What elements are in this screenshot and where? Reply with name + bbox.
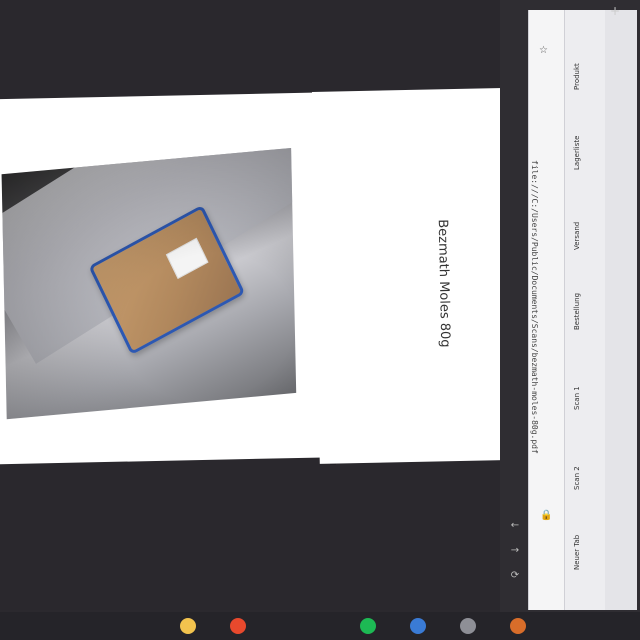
settings-icon[interactable] [460, 618, 476, 634]
mail-icon[interactable] [410, 618, 426, 634]
folder-icon[interactable] [180, 618, 196, 634]
chrome-icon[interactable] [230, 618, 246, 634]
taskbar [0, 612, 640, 640]
page-caption: Bezmath Moles 80g [434, 219, 453, 348]
tab-3[interactable]: Versand [573, 190, 595, 250]
address-url[interactable]: file:///C:/Users/Public/Documents/Scans/… [530, 160, 539, 454]
tab-2[interactable]: Lagerliste [573, 110, 595, 170]
page-left [0, 92, 343, 465]
new-tab-icon[interactable]: + [610, 4, 620, 18]
tab-5[interactable]: Scan 1 [573, 350, 595, 410]
photo-vignette [1, 147, 297, 420]
spotify-icon[interactable] [360, 618, 376, 634]
tab-strip: Produkt Lagerliste Versand Bestellung Sc… [565, 10, 605, 610]
tab-6[interactable]: Scan 2 [573, 430, 595, 490]
screen: Bezmath Moles 80g ☆ file:///C:/Users/Pub… [0, 0, 640, 640]
lock-icon: 🔒 [540, 510, 553, 521]
document-viewer[interactable]: Bezmath Moles 80g [0, 0, 560, 610]
address-bar[interactable]: ☆ file:///C:/Users/Public/Documents/Scan… [528, 10, 565, 610]
tab-7[interactable]: Neuer Tab [573, 510, 595, 570]
forward-icon[interactable]: → [505, 545, 525, 556]
back-icon[interactable]: ← [505, 520, 525, 531]
reload-icon[interactable]: ⟳ [505, 570, 525, 581]
tab-1[interactable]: Produkt [573, 30, 595, 90]
star-icon[interactable]: ☆ [539, 45, 548, 56]
package-photo [1, 147, 297, 420]
browser-toolbar [605, 10, 637, 610]
app-icon[interactable] [510, 618, 526, 634]
nav-icons: ← → ⟳ [505, 520, 525, 620]
tab-4[interactable]: Bestellung [573, 270, 595, 330]
